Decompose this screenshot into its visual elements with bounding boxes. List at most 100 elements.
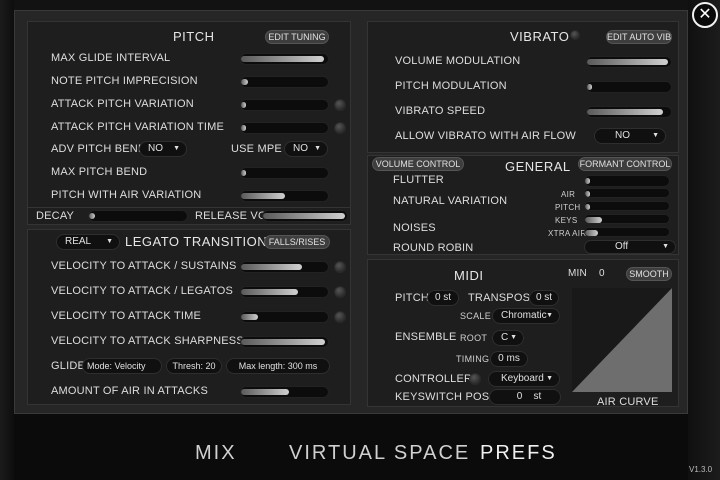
nv-pitch-label: PITCH	[555, 203, 581, 212]
xtra-air-slider[interactable]	[584, 227, 670, 237]
attack-pitch-variation-time-mod-knob[interactable]	[334, 122, 346, 134]
timing-field[interactable]: 0 ms	[490, 351, 528, 367]
velocity-attack-time-slider[interactable]	[240, 311, 329, 323]
chevron-down-icon: ▼	[510, 334, 517, 341]
chevron-down-icon: ▼	[173, 145, 180, 152]
velocity-attack-time-label: VELOCITY TO ATTACK TIME	[51, 310, 202, 322]
nv-air-label: AIR	[561, 190, 576, 199]
chevron-down-icon: ▼	[546, 312, 553, 319]
pitch-title: PITCH	[173, 29, 215, 44]
controller-label: CONTROLLER	[395, 373, 473, 385]
attack-pitch-variation-slider[interactable]	[240, 99, 329, 111]
transpose-label: TRANSPOSE	[468, 292, 538, 304]
nv-air-slider[interactable]	[584, 188, 670, 198]
midi-title: MIDI	[454, 268, 484, 283]
attack-pitch-variation-time-slider[interactable]	[240, 122, 329, 134]
background-left	[0, 0, 14, 480]
min-label: MIN	[568, 268, 587, 279]
keyswitch-pos-value: 0	[516, 391, 523, 402]
noises-label: NOISES	[393, 222, 436, 234]
note-pitch-imprecision-label: NOTE PITCH IMPRECISION	[51, 75, 198, 87]
vibrato-knob[interactable]	[570, 30, 580, 40]
vibrato-speed-label: VIBRATO SPEED	[395, 105, 486, 117]
pitch-with-air-variation-label: PITCH WITH AIR VARIATION	[51, 189, 202, 201]
vibrato-panel: VIBRATO EDIT AUTO VIB VOLUME MODULATION …	[367, 21, 679, 153]
scale-dropdown[interactable]: Chromatic ▼	[492, 308, 560, 324]
smooth-button[interactable]: SMOOTH	[626, 267, 672, 281]
tab-mix[interactable]: MIX	[195, 442, 237, 465]
keyswitch-pos-field[interactable]: 0 st	[489, 389, 561, 405]
vibrato-speed-slider[interactable]	[586, 106, 672, 118]
chevron-down-icon: ▼	[546, 375, 553, 382]
round-robin-value: Off	[615, 241, 629, 252]
volume-modulation-label: VOLUME MODULATION	[395, 55, 521, 67]
chevron-down-icon: ▼	[662, 243, 669, 250]
pitch-modulation-label: PITCH MODULATION	[395, 80, 507, 92]
xtra-air-label: XTRA AIR	[548, 229, 587, 238]
natural-variation-label: NATURAL VARIATION	[393, 195, 508, 207]
use-mpe-label: USE MPE	[231, 143, 282, 155]
glide-mode-value: Mode: Velocity	[87, 361, 146, 371]
decay-slider[interactable]	[88, 210, 188, 222]
ensemble-label: ENSEMBLE	[395, 331, 457, 343]
glide-thresh-field[interactable]: Thresh: 20	[166, 358, 222, 374]
release-vol-slider[interactable]	[262, 210, 348, 222]
velocity-attack-legatos-slider[interactable]	[240, 286, 329, 298]
noises-keys-slider[interactable]	[584, 214, 670, 224]
controller-dropdown[interactable]: Keyboard ▼	[488, 371, 560, 387]
velocity-attack-sustains-slider[interactable]	[240, 261, 329, 273]
velocity-attack-sharpness-slider[interactable]	[240, 336, 329, 348]
tab-virtual-space[interactable]: VIRTUAL SPACE	[289, 442, 470, 465]
legato-transitions-title: LEGATO TRANSITIONS	[125, 234, 277, 249]
amount-of-air-slider[interactable]	[240, 386, 329, 398]
root-dropdown[interactable]: C ▼	[492, 330, 524, 346]
chevron-down-icon: ▼	[106, 238, 113, 245]
max-glide-interval-label: MAX GLIDE INTERVAL	[51, 52, 171, 64]
attack-pitch-variation-mod-knob[interactable]	[334, 99, 346, 111]
adv-pitch-bend-dropdown[interactable]: NO ▼	[139, 141, 187, 157]
legato-panel: REAL ▼ LEGATO TRANSITIONS FALLS/RISES VEL…	[27, 229, 351, 405]
decay-label: DECAY	[36, 210, 75, 222]
round-robin-label: ROUND ROBIN	[393, 242, 474, 254]
max-glide-interval-slider[interactable]	[240, 53, 329, 65]
transpose-field[interactable]: 0 st	[529, 290, 559, 306]
use-mpe-dropdown[interactable]: NO ▼	[284, 141, 328, 157]
close-icon[interactable]: ✕	[692, 2, 718, 28]
air-flow-dropdown[interactable]: NO ▼	[594, 128, 666, 144]
volume-modulation-slider[interactable]	[586, 56, 672, 68]
edit-tuning-button[interactable]: EDIT TUNING	[265, 30, 329, 44]
adv-pitch-bend-value: NO	[148, 143, 163, 154]
nv-pitch-slider[interactable]	[584, 201, 670, 211]
controller-value: Keyboard	[501, 373, 544, 384]
pitch-panel: PITCH EDIT TUNING MAX GLIDE INTERVAL NOT…	[27, 21, 351, 215]
pitch-with-air-variation-slider[interactable]	[240, 190, 329, 202]
velocity-attack-legatos-mod-knob[interactable]	[334, 286, 346, 298]
controller-knob[interactable]	[469, 373, 481, 385]
volume-control-button[interactable]: VOLUME CONTROL	[372, 157, 464, 171]
round-robin-dropdown[interactable]: Off ▼	[584, 240, 676, 254]
air-flow-label: ALLOW VIBRATO WITH AIR FLOW	[395, 130, 577, 142]
falls-rises-button[interactable]: FALLS/RISES	[264, 235, 330, 249]
max-pitch-bend-slider[interactable]	[240, 167, 329, 179]
glide-max-length-field[interactable]: Max length: 300 ms	[226, 358, 330, 374]
legato-mode-dropdown[interactable]: REAL ▼	[56, 234, 120, 250]
velocity-attack-time-mod-knob[interactable]	[334, 311, 346, 323]
air-curve-label: AIR CURVE	[597, 396, 659, 408]
general-title: GENERAL	[505, 159, 571, 174]
velocity-attack-sustains-mod-knob[interactable]	[334, 261, 346, 273]
air-flow-value: NO	[615, 130, 630, 141]
use-mpe-value: NO	[293, 143, 308, 154]
formant-control-button[interactable]: FORMANT CONTROL	[578, 157, 672, 171]
tab-prefs[interactable]: PREFS	[480, 442, 557, 465]
version-label: V1.3.0	[689, 465, 713, 474]
note-pitch-imprecision-slider[interactable]	[240, 76, 329, 88]
glide-mode-dropdown[interactable]: Mode: Velocity	[82, 358, 162, 374]
chevron-down-icon: ▼	[314, 145, 321, 152]
pitch-modulation-slider[interactable]	[586, 81, 672, 93]
midi-pitch-field[interactable]: 0 st	[427, 290, 459, 306]
min-value: 0	[599, 268, 605, 279]
max-pitch-bend-label: MAX PITCH BEND	[51, 166, 148, 178]
flutter-slider[interactable]	[584, 175, 670, 187]
air-curve-graph[interactable]	[572, 288, 672, 392]
edit-auto-vib-button[interactable]: EDIT AUTO VIB	[606, 30, 672, 44]
